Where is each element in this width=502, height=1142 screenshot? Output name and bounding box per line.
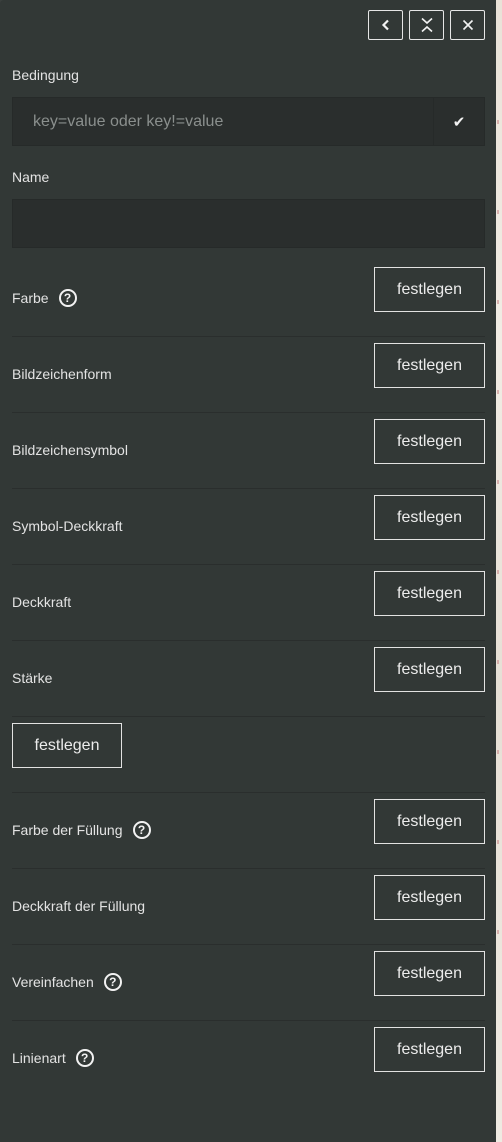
panel-toolbar xyxy=(368,10,485,40)
property-label-wrap: Symbol-Deckkraft xyxy=(12,488,122,564)
help-icon[interactable]: ? xyxy=(103,973,122,991)
set-farbe-button[interactable]: festlegen xyxy=(374,267,485,312)
property-row-vereinfachen: Vereinfachen ? festlegen xyxy=(12,944,485,1021)
close-button[interactable] xyxy=(450,10,485,40)
close-icon xyxy=(462,19,473,31)
property-row-farbe-der-fuellung: Farbe der Füllung ? festlegen xyxy=(12,792,485,869)
set-bildzeichensymbol-button[interactable]: festlegen xyxy=(374,419,485,464)
property-row-staerke: Stärke festlegen xyxy=(12,640,485,717)
property-label-wrap: Deckkraft der Füllung xyxy=(12,868,145,944)
set-vereinfachen-button[interactable]: festlegen xyxy=(374,951,485,996)
condition-confirm-button[interactable]: ✔ xyxy=(433,98,484,145)
style-rule-panel: Bedingung ✔ Name Farbe ? festlegen Bildz… xyxy=(0,0,496,1142)
property-label: Vereinfachen xyxy=(12,974,94,990)
condition-input[interactable] xyxy=(13,98,433,145)
help-icon[interactable]: ? xyxy=(75,1049,94,1067)
property-label-wrap: Stärke xyxy=(12,640,52,716)
property-label: Farbe xyxy=(12,290,49,306)
property-row-deckkraft-der-fuellung: Deckkraft der Füllung festlegen xyxy=(12,868,485,945)
property-label-wrap: Farbe ? xyxy=(12,260,77,336)
set-linienart-button[interactable]: festlegen xyxy=(374,1027,485,1072)
set-bildzeichenform-button[interactable]: festlegen xyxy=(374,343,485,388)
condition-field: ✔ xyxy=(12,97,485,146)
property-label-wrap: Bildzeichenform xyxy=(12,336,112,412)
property-label-wrap: Deckkraft xyxy=(12,564,71,640)
property-label: Deckkraft xyxy=(12,594,72,610)
property-label: Linienart xyxy=(12,1050,66,1066)
property-label: Symbol-Deckkraft xyxy=(12,518,123,534)
property-row-unlabeled: festlegen xyxy=(12,716,485,793)
name-input[interactable] xyxy=(12,199,485,248)
property-label: Stärke xyxy=(12,670,53,686)
property-row-symbol-deckkraft: Symbol-Deckkraft festlegen xyxy=(12,488,485,565)
property-row-deckkraft: Deckkraft festlegen xyxy=(12,564,485,641)
set-farbe-der-fuellung-button[interactable]: festlegen xyxy=(374,799,485,844)
property-row-farbe: Farbe ? festlegen xyxy=(12,260,485,337)
property-label-wrap: Bildzeichensymbol xyxy=(12,412,128,488)
set-deckkraft-der-fuellung-button[interactable]: festlegen xyxy=(374,875,485,920)
set-symbol-deckkraft-button[interactable]: festlegen xyxy=(374,495,485,540)
property-label: Deckkraft der Füllung xyxy=(12,898,146,914)
property-label-wrap: Farbe der Füllung ? xyxy=(12,792,151,868)
property-row-bildzeichenform: Bildzeichenform festlegen xyxy=(12,336,485,413)
property-label-wrap: Vereinfachen ? xyxy=(12,944,122,1020)
name-label: Name xyxy=(12,169,50,185)
chevron-left-icon xyxy=(381,19,389,31)
checkmark-icon: ✔ xyxy=(452,113,466,131)
set-unlabeled-button[interactable]: festlegen xyxy=(12,723,122,768)
collapse-button[interactable] xyxy=(409,10,444,40)
property-row-linienart: Linienart ? festlegen xyxy=(12,1020,485,1096)
property-label: Bildzeichensymbol xyxy=(12,442,128,458)
property-label-wrap: Linienart ? xyxy=(12,1020,94,1096)
condition-label: Bedingung xyxy=(12,67,79,83)
collapse-icon xyxy=(420,17,433,33)
help-icon[interactable]: ? xyxy=(58,289,77,307)
help-icon[interactable]: ? xyxy=(132,821,151,839)
set-deckkraft-button[interactable]: festlegen xyxy=(374,571,485,616)
map-background-edge xyxy=(496,0,502,1142)
property-row-bildzeichensymbol: Bildzeichensymbol festlegen xyxy=(12,412,485,489)
property-label: Farbe der Füllung xyxy=(12,822,123,838)
back-button[interactable] xyxy=(368,10,403,40)
set-staerke-button[interactable]: festlegen xyxy=(374,647,485,692)
property-label: Bildzeichenform xyxy=(12,366,112,382)
